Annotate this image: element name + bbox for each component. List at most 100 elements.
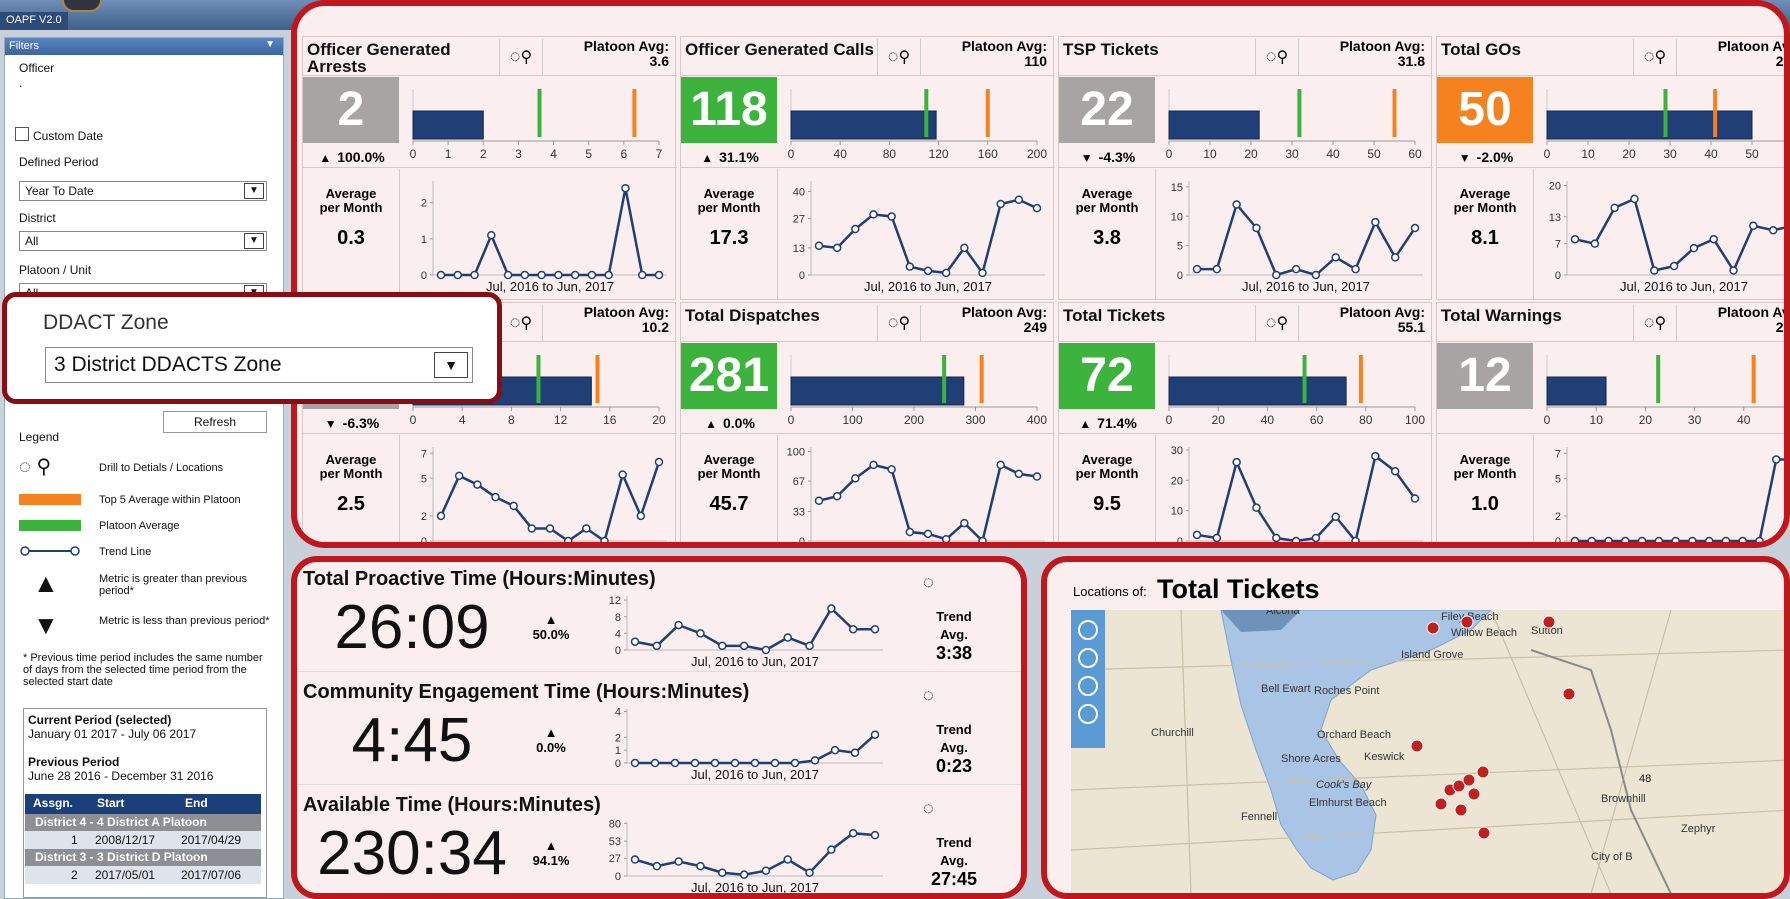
location-pin-icon[interactable]: ⚲ [898,315,910,332]
assignment-table: Assgn. Start End District 4 - 4 District… [25,794,261,884]
trend-point [473,480,482,489]
drill-icon[interactable]: ◌ [1644,312,1655,332]
defined-period-select[interactable]: Year To Date ▼ [19,181,267,201]
refresh-button[interactable]: Refresh [163,411,267,433]
platoon-average-marker [924,89,929,137]
trend-point [830,745,840,755]
trend-point [1272,533,1281,542]
trend-point [739,641,749,651]
kpi-value[interactable]: 12 [1437,343,1533,409]
time-metric-value[interactable]: 230:34 [297,818,527,889]
x-tick-label: 16 [603,413,617,427]
x-tick-label: 10 [1590,413,1604,427]
drill-locations-icons[interactable]: ◌⚲ [1633,305,1677,341]
chevron-down-icon[interactable]: ▼ [244,183,264,199]
drill-icon[interactable]: ◌ [923,798,934,819]
y-tick-label: 5 [1177,241,1183,253]
drill-icon[interactable]: ◌ [1266,46,1277,66]
trend-point [636,511,646,521]
platoon-avg: Platoon Avg:22.6 [1718,305,1784,335]
chevron-down-icon[interactable]: ▼ [434,352,468,378]
drill-locations-icons[interactable]: ◌⚲ [1633,39,1677,75]
trend-line [818,198,1038,276]
change-indicator: ▼ -4.3% [1063,149,1153,165]
y-tick-label: 4 [615,628,621,640]
kpi-value[interactable]: 22 [1059,77,1155,143]
drill-locations-icons[interactable]: ◌⚲ [877,39,921,75]
trend-point [1192,530,1202,540]
y-tick-label: 100 [787,446,805,458]
period-label: Jul, 2016 to Jun, 2017 [691,880,819,895]
location-pin-icon[interactable]: ⚲ [520,315,532,332]
drill-icon[interactable]: ◌ [510,312,521,332]
legend-item-trend: Trend Line [19,544,279,564]
location-pin-icon[interactable]: ⚲ [1276,49,1288,66]
table-row[interactable]: 2 2017/05/01 2017/07/06 [25,866,261,884]
location-pin-icon[interactable]: ⚲ [520,49,532,66]
map-place-label: Brownhill [1601,793,1646,805]
y-tick-label: 0 [1555,270,1561,282]
drill-locations-icons[interactable]: ◌⚲ [499,305,543,341]
trend-point [850,748,860,757]
y-tick-label: 15 [1171,182,1183,194]
drill-icon[interactable]: ◌ [1644,46,1655,66]
avg-per-month: Average per Month 9.5 [1059,453,1155,515]
district-select[interactable]: All ▼ [19,231,267,251]
drill-icon[interactable]: ◌ [1266,312,1277,332]
location-pin-icon[interactable]: ⚲ [898,49,910,66]
up-triangle-icon: ▲ [544,838,558,853]
period-label: Jul, 2016 to Jun, 2017 [486,279,614,294]
kpi-value[interactable]: 50 [1437,77,1533,143]
x-tick-label: 200 [1027,147,1047,161]
kpi-value[interactable]: 281 [681,343,777,409]
drill-locations-icons[interactable]: ◌⚲ [1255,305,1299,341]
trend-chart: 0 7 13 20 Jul, 2016 to Jun, 2017 [1549,180,1784,294]
drill-icon[interactable]: ◌ [888,46,899,66]
officer-value[interactable]: . [19,76,22,90]
kpi-value[interactable]: 2 [303,77,399,143]
period-label: Jul, 2016 to Jun, 2017 [864,279,992,294]
ticket-marker [1426,621,1440,635]
trend-point [1351,536,1360,542]
location-pin-icon[interactable]: ⚲ [1654,315,1666,332]
drill-locations-icons[interactable]: ◌⚲ [877,305,921,341]
trend-point [1689,243,1699,253]
drill-icon[interactable]: ◌ [923,685,934,706]
column-header: Assgn. [33,796,74,810]
trend-point [710,758,720,768]
table-header: Assgn. Start End [25,794,261,814]
trend-point [739,870,749,879]
drill-locations-icons[interactable]: ◌⚲ [1255,39,1299,75]
kpi-value[interactable]: 72 [1059,343,1155,409]
kpi-value[interactable]: 118 [681,77,777,143]
chevron-down-icon[interactable]: ▼ [244,233,264,249]
top5-average-marker [632,89,637,137]
avg-per-month-label: Average per Month [319,186,383,215]
trend-point [923,266,933,276]
custom-date-checkbox[interactable] [15,127,29,141]
map-place-label: Zephyr [1681,823,1716,835]
kpi-card: Total Dispatches ◌⚲ Platoon Avg: 249 281 ▲ 0.0… [680,302,1055,542]
tickets-map[interactable]: Alcona Filey BeachWillow Beach SuttonIslan… [1071,610,1790,894]
drill-icon[interactable]: ◌ [923,572,934,593]
time-metric-value[interactable]: 26:09 [297,592,527,663]
filters-header[interactable]: Filters ▼ [5,38,283,55]
location-pin-icon[interactable]: ⚲ [1654,49,1666,66]
value-bar [790,110,937,140]
trend-point [941,534,951,542]
table-row[interactable]: 1 2008/12/17 2017/04/29 [25,831,261,849]
drill-icon[interactable]: ◌ [888,312,899,332]
map-place-label: Bell Ewart [1261,683,1311,695]
trend-point [1331,253,1340,262]
chevron-down-icon[interactable]: ▼ [265,39,275,50]
drill-icon[interactable]: ◌ [510,46,521,66]
divider [303,167,677,168]
x-tick-label: 50 [1367,147,1381,161]
trend-point [1721,536,1731,542]
drill-locations-icons[interactable]: ◌⚲ [499,39,543,75]
time-metric-value[interactable]: 4:45 [297,705,527,776]
x-tick-label: 400 [1027,413,1047,427]
avg-per-month-label: Average per Month [319,452,383,481]
ddact-zone-select[interactable]: 3 District DDACTS Zone ▼ [45,347,473,383]
location-pin-icon[interactable]: ⚲ [1276,315,1288,332]
